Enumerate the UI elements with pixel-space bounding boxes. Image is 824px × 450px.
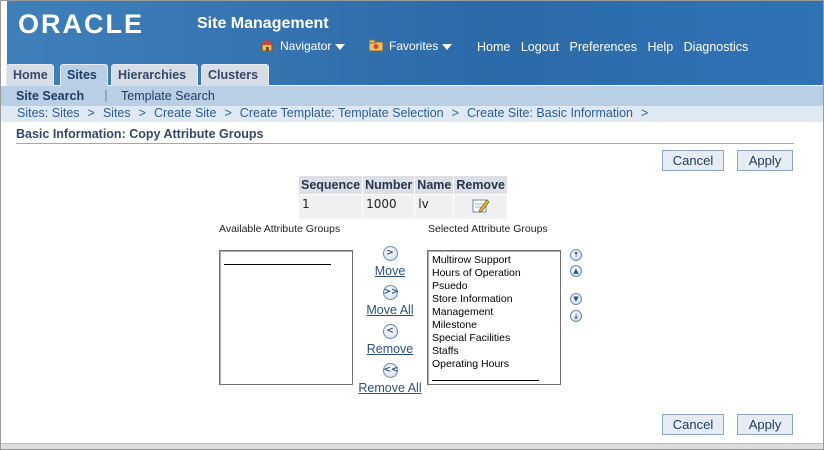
favorites-menu[interactable]: Favorites [369, 39, 453, 53]
breadcrumb-item[interactable]: Sites [103, 106, 131, 120]
move-button[interactable]: > Move [355, 244, 425, 278]
move-all-right-icon: >> [382, 285, 399, 300]
remove-label: Remove [366, 342, 414, 356]
oracle-logo: ORACLE [18, 9, 144, 39]
list-width-spacer [432, 380, 539, 381]
subtab-site-search[interactable]: Site Search [16, 89, 84, 103]
apply-button-bottom[interactable]: Apply [737, 414, 793, 435]
table-row: 1 1000 lv [297, 194, 508, 220]
cell-remove [453, 194, 508, 220]
breadcrumb-separator: > [640, 106, 649, 120]
available-groups-list[interactable] [219, 250, 353, 385]
breadcrumb-separator: > [87, 106, 95, 120]
list-item[interactable]: Operating Hours [432, 358, 560, 371]
cell-name: lv [414, 194, 455, 220]
favorites-label: Favorites [389, 39, 439, 53]
table-header-row: Sequence Number Name Remove [297, 175, 508, 195]
navigator-label: Navigator [280, 39, 332, 53]
sequence-table: Sequence Number Name Remove 1 1000 lv [297, 175, 508, 220]
move-down-icon[interactable]: ▼ [570, 293, 582, 305]
list-item[interactable]: Multirow Support [432, 254, 560, 267]
link-logout[interactable]: Logout [521, 40, 559, 54]
breadcrumb-separator: > [224, 106, 232, 120]
breadcrumb-separator: > [138, 106, 146, 120]
list-item[interactable]: Hours of Operation [432, 267, 560, 280]
breadcrumb-separator: > [451, 106, 459, 120]
chevron-down-icon [335, 43, 346, 50]
navigator-menu[interactable]: Navigator [260, 39, 346, 53]
cancel-button-bottom[interactable]: Cancel [662, 414, 724, 435]
column-header-remove: Remove [453, 175, 508, 195]
page-title: Basic Information: Copy Attribute Groups [16, 127, 264, 141]
breadcrumb-item[interactable]: Create Site: Basic Information [467, 106, 633, 120]
column-header-sequence: Sequence [297, 175, 364, 195]
move-all-label: Move All [366, 303, 414, 317]
move-label: Move [374, 264, 406, 278]
available-groups-header: Available Attribute Groups [219, 223, 341, 235]
apply-button-top[interactable]: Apply [737, 150, 793, 171]
tab-home[interactable]: Home [6, 64, 54, 86]
cell-sequence: 1 [297, 194, 364, 220]
tab-clusters[interactable]: Clusters [201, 64, 269, 86]
column-header-name: Name [414, 175, 455, 195]
move-up-icon[interactable]: ▲ [570, 265, 582, 277]
tab-hierarchies[interactable]: Hierarchies [111, 64, 198, 86]
list-item[interactable]: Management [432, 306, 560, 319]
remove-all-label: Remove All [358, 381, 422, 395]
subtab-template-search[interactable]: Template Search [121, 89, 215, 103]
move-to-bottom-icon[interactable]: ⤓ [570, 310, 582, 322]
move-to-top-icon[interactable]: ⤒ [570, 249, 582, 261]
remove-button[interactable]: < Remove [355, 322, 425, 356]
link-help[interactable]: Help [647, 40, 673, 54]
window-bottom-edge [1, 443, 823, 449]
cancel-button-top[interactable]: Cancel [662, 150, 724, 171]
breadcrumb-item[interactable]: Sites: Sites [17, 106, 80, 120]
remove-edit-icon[interactable] [472, 197, 490, 214]
move-all-button[interactable]: >> Move All [355, 283, 425, 317]
title-divider [16, 143, 794, 144]
remove-all-button[interactable]: << Remove All [355, 361, 425, 395]
global-links: Home Logout Preferences Help Diagnostics [477, 40, 755, 54]
breadcrumb: Sites: Sites > Sites > Create Site > Create Te… [17, 106, 656, 120]
list-item[interactable]: Psuedo [432, 280, 560, 293]
list-item[interactable]: Store Information [432, 293, 560, 306]
favorites-folder-icon [369, 39, 383, 51]
subtab-separator: | [104, 88, 109, 102]
list-width-spacer [224, 264, 331, 265]
link-diagnostics[interactable]: Diagnostics [684, 40, 749, 54]
remove-all-left-icon: << [382, 363, 399, 378]
breadcrumb-item[interactable]: Create Template: Template Selection [240, 106, 444, 120]
app-title: Site Management [197, 15, 329, 32]
home-navigator-icon [261, 39, 273, 51]
move-right-icon: > [382, 246, 398, 261]
list-item[interactable]: Special Facilities [432, 332, 560, 345]
column-header-number: Number [362, 175, 416, 195]
list-item[interactable]: Staffs [432, 345, 560, 358]
selected-groups-list[interactable]: Multirow Support Hours of Operation Psue… [427, 250, 561, 385]
tab-sites[interactable]: Sites [60, 64, 108, 86]
link-preferences[interactable]: Preferences [570, 40, 637, 54]
subtab-bar: Site Search | Template Search [1, 86, 823, 106]
breadcrumb-item[interactable]: Create Site [154, 106, 217, 120]
list-item[interactable]: Milestone [432, 319, 560, 332]
chevron-down-icon [442, 43, 453, 50]
link-home[interactable]: Home [477, 40, 510, 54]
selected-groups-header: Selected Attribute Groups [428, 223, 548, 235]
breadcrumb-bar: Sites: Sites > Sites > Create Site > Create Te… [1, 106, 823, 122]
remove-left-icon: < [382, 324, 398, 339]
cell-number: 1000 [362, 194, 416, 220]
